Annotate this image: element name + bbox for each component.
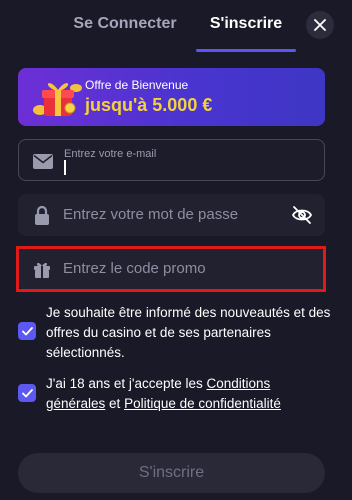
checkmark-icon [21, 388, 33, 397]
promo-code-field[interactable]: Entrez le code promo [18, 248, 325, 290]
gift-icon [32, 259, 52, 279]
newsletter-checkbox[interactable] [18, 322, 36, 340]
email-input[interactable] [64, 161, 304, 177]
envelope-icon [33, 151, 53, 171]
terms-and: et [105, 396, 125, 411]
signup-submit-button[interactable]: S'inscrire [18, 453, 325, 493]
auth-tabs: Se Connecter S'inscrire [0, 0, 352, 52]
tab-signup[interactable]: S'inscrire [196, 15, 296, 52]
welcome-offer-banner: Offre de Bienvenue jusqu'à 5.000 € [18, 68, 325, 126]
terms-prefix: J'ai 18 ans et j'accepte les [46, 376, 207, 391]
tab-login[interactable]: Se Connecter [62, 15, 188, 52]
password-placeholder: Entrez votre mot de passe [63, 206, 239, 223]
promo-placeholder: Entrez le code promo [63, 260, 206, 277]
active-tab-indicator [196, 49, 296, 52]
close-button[interactable] [306, 11, 334, 39]
lock-icon [32, 205, 52, 225]
terms-checkbox[interactable] [18, 384, 36, 402]
banner-subtitle: Offre de Bienvenue [85, 78, 189, 92]
terms-text: J'ai 18 ans et j'accepte les Conditions … [46, 374, 331, 414]
banner-title: jusqu'à 5.000 € [85, 95, 213, 115]
password-field[interactable]: Entrez votre mot de passe [18, 194, 325, 236]
checkmark-icon [21, 326, 33, 335]
privacy-link[interactable]: Politique de confidentialité [124, 396, 281, 411]
newsletter-text: Je souhaite être informé des nouveautés … [46, 305, 331, 360]
eye-off-icon[interactable] [291, 204, 313, 226]
text-caret [64, 160, 66, 175]
gift-icon [33, 83, 82, 116]
close-icon [314, 19, 326, 31]
email-field[interactable]: Entrez votre e-mail [18, 139, 325, 181]
email-label: Entrez votre e-mail [64, 148, 157, 160]
